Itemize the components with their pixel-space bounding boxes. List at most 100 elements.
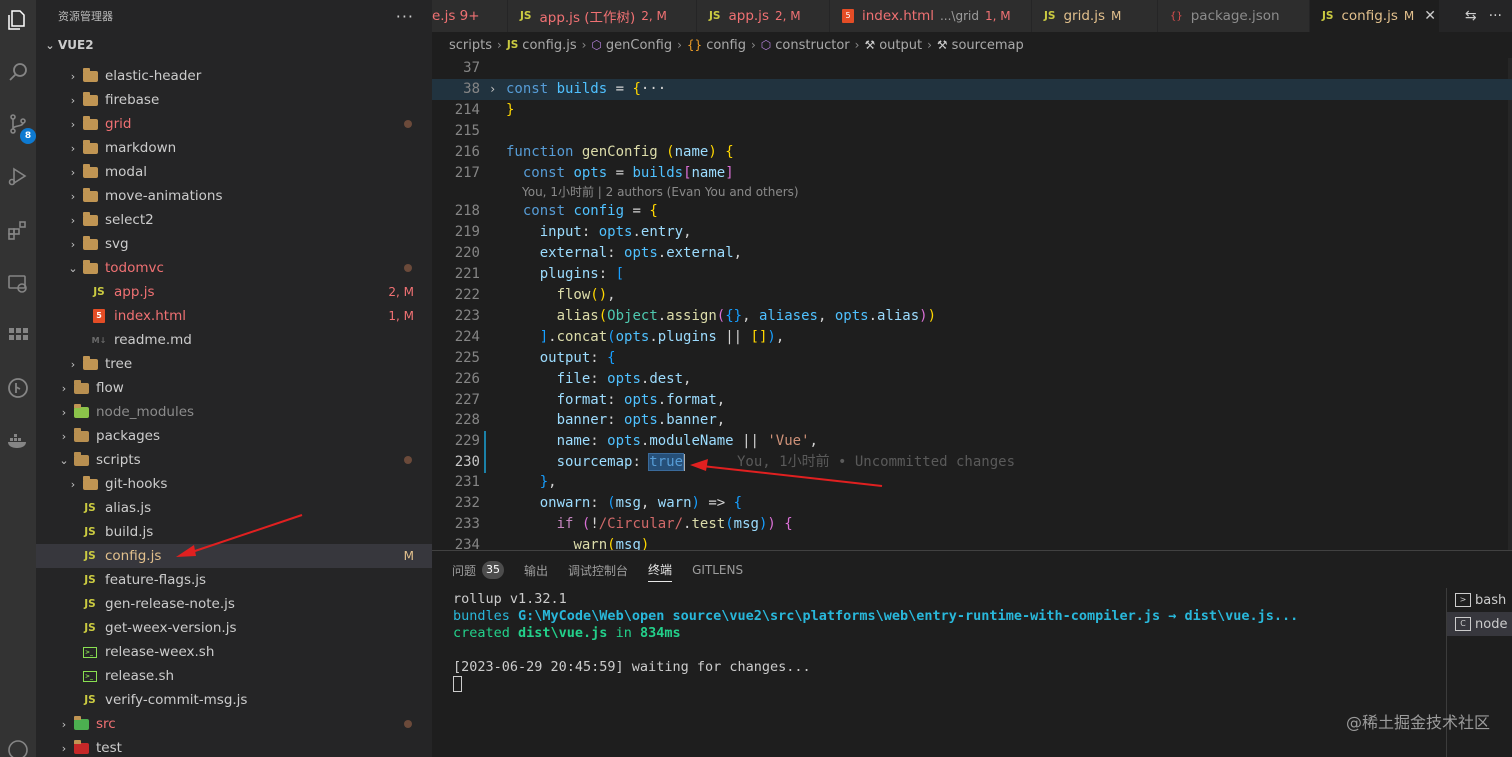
code-line[interactable]: 232 onwarn: (msg, warn) => { [432,493,1512,514]
editor-tab[interactable]: 5 index.html ...\grid 1, M [830,0,1032,32]
code-line[interactable]: 216 function genConfig (name) { [432,142,1512,163]
tree-item-label: feature-flags.js [105,572,207,588]
tree-item[interactable]: › flow [36,376,432,400]
tree-item[interactable]: › svg [36,232,432,256]
editor-tab[interactable]: e.js 9+ [432,0,508,32]
breadcrumb-item[interactable]: sourcemap [952,38,1024,53]
docker-icon[interactable] [0,420,36,460]
code-line[interactable]: 37 [432,58,1512,79]
editor-tab[interactable]: JS app.js 2, M [697,0,830,32]
tree-item[interactable]: JS build.js [36,520,432,544]
code-line[interactable]: 234 warn(msg) [432,535,1512,550]
tree-item[interactable]: › packages [36,424,432,448]
tree-item[interactable]: JS app.js 2, M [36,280,432,304]
panel-tab[interactable]: 调试控制台 [568,551,628,589]
code-line[interactable]: 230 sourcemap: true You, 1小时前 • Uncommitt… [432,452,1512,473]
extensions-icon[interactable] [0,210,36,250]
tree-item[interactable]: › grid [36,112,432,136]
code-line[interactable]: 229 name: opts.moduleName || 'Vue', [432,431,1512,452]
breadcrumb-item[interactable]: constructor [775,38,849,53]
breadcrumb-item[interactable]: config.js [522,38,576,53]
terminal-instance[interactable]: > bash [1447,588,1512,612]
panel-tab[interactable]: 输出 [524,551,548,589]
code-line[interactable]: 224 ].concat(opts.plugins || []), [432,327,1512,348]
code-line[interactable]: 228 banner: opts.banner, [432,410,1512,431]
editor-tab[interactable]: {} package.json [1158,0,1310,32]
run-debug-icon[interactable] [0,156,36,196]
tree-item[interactable]: › tree [36,352,432,376]
close-icon[interactable]: ✕ [1424,8,1436,24]
terminal-output[interactable]: rollup v1.32.1 bundles G:\MyCode\Web\ope… [453,591,1298,693]
tree-item[interactable]: ⌄ scripts [36,448,432,472]
gitlens-icon[interactable] [0,368,36,408]
code-line[interactable]: 231 }, [432,472,1512,493]
tree-item[interactable]: M↓ readme.md [36,328,432,352]
code-line[interactable]: 220 external: opts.external, [432,243,1512,264]
search-icon[interactable] [0,52,36,92]
code-line[interactable]: 233 if (!/Circular/.test(msg)) { [432,514,1512,535]
editor-tab[interactable]: JS config.js M ✕ [1310,0,1440,32]
remote-explorer-icon[interactable] [0,264,36,304]
codelens-blame[interactable]: You, 1小时前 | 2 authors (Evan You and othe… [522,184,799,201]
code-line[interactable]: 222 flow(), [432,285,1512,306]
panel-tab[interactable]: 终端 [648,558,673,582]
account-icon[interactable] [0,730,36,757]
tree-item[interactable]: › test [36,736,432,757]
grid-apps-icon[interactable] [0,316,36,356]
code-line[interactable]: 223 alias(Object.assign({}, aliases, opt… [432,306,1512,327]
line-number: 219 [454,224,480,240]
tree-item[interactable]: >_ release-weex.sh [36,640,432,664]
editor-tab[interactable]: JS app.js (工作树) 2, M [508,0,697,32]
chevron-right-icon: › [927,38,932,52]
panel-tab-label: 输出 [524,563,549,578]
editor-more-icon[interactable]: ··· [1489,8,1502,24]
code-line[interactable]: 225 output: { [432,348,1512,369]
tree-item[interactable]: › markdown [36,136,432,160]
tree-item[interactable]: JS verify-commit-msg.js [36,688,432,712]
breadcrumb-item[interactable]: output [879,38,922,53]
panel-tab[interactable]: 问题 35 [452,551,505,589]
explorer-icon[interactable] [0,0,36,40]
tree-item[interactable]: JS feature-flags.js [36,568,432,592]
fold-chevron-icon[interactable]: › [489,79,496,100]
breadcrumb-item[interactable]: genConfig [606,38,672,53]
code-line[interactable]: 214} [432,100,1512,121]
panel-tab[interactable]: GITLENS [692,551,743,589]
tree-item[interactable]: › git-hooks [36,472,432,496]
code-line[interactable]: 215 [432,121,1512,142]
breadcrumb-item[interactable]: scripts [449,38,492,53]
tree-item[interactable]: › modal [36,160,432,184]
code-line[interactable]: 226 file: opts.dest, [432,369,1512,390]
code-line[interactable]: 227 format: opts.format, [432,390,1512,411]
code-text: flow(), [556,287,616,303]
code-line[interactable]: 38 › const builds = {··· [432,79,1512,100]
tree-item[interactable]: >_ release.sh [36,664,432,688]
code-line[interactable]: 217 const opts = builds[name] [432,163,1512,184]
tree-item[interactable]: JS get-weex-version.js [36,616,432,640]
javascript-file-icon: JS [1044,10,1056,22]
terminal-instance[interactable]: Cnode [1447,612,1512,636]
editor-tab[interactable]: JS grid.js M [1032,0,1158,32]
tree-item[interactable]: JS alias.js [36,496,432,520]
tree-item[interactable]: › firebase [36,88,432,112]
chevron-right-icon: › [70,213,76,227]
folder-icon [81,235,99,252]
workspace-root[interactable]: ⌄ VUE2 [36,32,432,58]
tree-item[interactable]: › src [36,712,432,736]
code-editor[interactable]: 37 38 › const builds = {··· 214} 215 216 functi… [432,58,1512,550]
tree-item[interactable]: ⌄ todomvc [36,256,432,280]
breadcrumb-item[interactable]: config [706,38,746,53]
more-actions-icon[interactable]: ··· [396,7,414,26]
compare-changes-icon[interactable]: ⇆ [1465,8,1477,24]
tree-item[interactable]: JS config.js M [36,544,432,568]
tree-item[interactable]: › move-animations [36,184,432,208]
code-line[interactable]: 218 const config = { [432,201,1512,222]
tree-item[interactable]: › select2 [36,208,432,232]
tree-item[interactable]: 5 index.html 1, M [36,304,432,328]
code-line[interactable]: 221 plugins: [ [432,264,1512,285]
tree-item[interactable]: › elastic-header [36,64,432,88]
tree-item-label: elastic-header [105,68,202,84]
tree-item[interactable]: JS gen-release-note.js [36,592,432,616]
code-line[interactable]: 219 input: opts.entry, [432,222,1512,243]
tree-item[interactable]: › node_modules [36,400,432,424]
